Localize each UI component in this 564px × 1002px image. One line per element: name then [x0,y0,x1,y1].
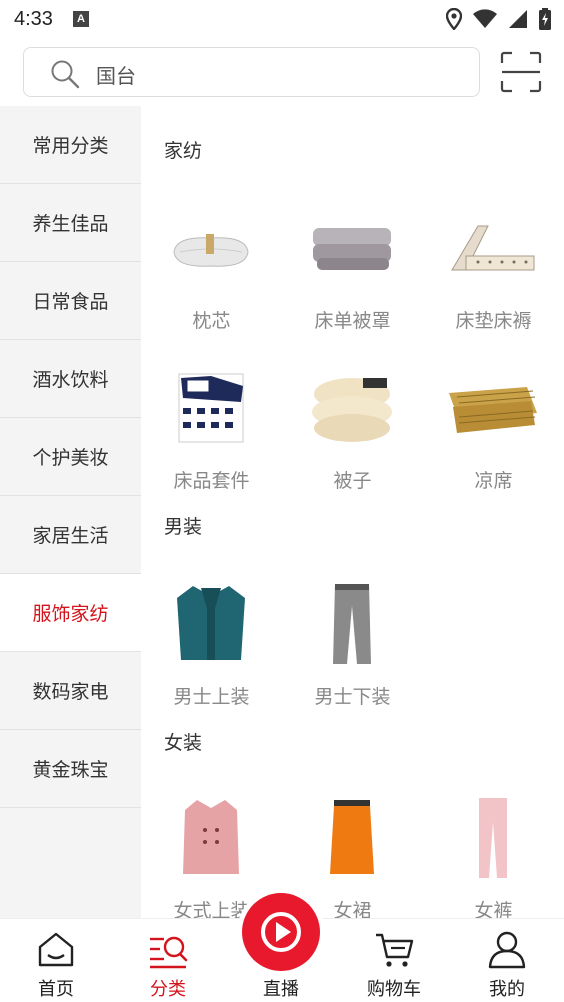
category-item[interactable]: 枕芯 [141,198,282,348]
sidebar-item-beauty[interactable]: 个护美妆 [0,418,141,496]
search-icon [51,60,80,89]
item-label: 床单被罩 [314,310,391,332]
search-bar: 国台 [0,44,564,102]
battery-icon [539,8,551,30]
bedding-set-image [161,358,261,458]
item-label: 枕芯 [192,310,231,332]
bedsheet-image [302,198,402,298]
category-item[interactable]: 床品套件 [141,358,282,508]
item-label: 凉席 [474,470,513,492]
sidebar-item-common[interactable]: 常用分类 [0,106,141,184]
nav-label: 首页 [38,979,74,1000]
section-title-menswear: 男装 [164,516,203,538]
womens-coat-image [161,788,261,888]
home-icon [38,932,74,967]
cart-icon [376,933,414,967]
item-label: 床品套件 [173,470,250,492]
section-title-textiles: 家纺 [164,140,203,162]
status-icons [446,8,552,30]
item-label: 床垫床褥 [455,310,532,332]
item-label: 男士上装 [173,686,250,708]
nav-label: 直播 [263,979,299,1000]
nav-label: 分类 [150,979,186,1000]
item-label: 女裤 [474,900,513,918]
category-item[interactable]: 凉席 [423,358,564,508]
profile-icon [488,931,526,969]
sidebar-item-apparel[interactable]: 服饰家纺 [0,574,141,652]
wifi-icon [473,9,497,28]
status-bar: 4:33 A [0,0,564,38]
category-item[interactable]: 被子 [282,358,423,508]
nav-label: 我的 [489,979,525,1000]
live-button[interactable] [242,893,320,971]
search-input[interactable]: 国台 [23,47,480,97]
scan-icon[interactable] [500,51,542,93]
category-item[interactable]: 男士上装 [141,574,282,724]
womens-pants-image [443,788,543,888]
category-content: 家纺 枕芯 床单被罩 床垫床褥 床品套件 被子 凉席 男装 男士上装 男士下装 … [141,106,564,918]
sidebar-item-health[interactable]: 养生佳品 [0,184,141,262]
sidebar-item-home[interactable]: 家居生活 [0,496,141,574]
sidebar-item-electronics[interactable]: 数码家电 [0,652,141,730]
nav-profile[interactable]: 我的 [451,919,563,1002]
sidebar-item-drinks[interactable]: 酒水饮料 [0,340,141,418]
category-search-icon [150,936,188,969]
pillow-image [161,198,261,298]
category-item[interactable]: 女裙 [282,788,423,918]
category-item[interactable]: 床单被罩 [282,198,423,348]
skirt-image [302,788,402,888]
mens-jacket-image [161,574,261,674]
location-icon [446,8,462,30]
nav-cart[interactable]: 购物车 [338,919,450,1002]
search-placeholder: 国台 [96,64,136,88]
live-play-icon [261,912,301,952]
category-sidebar: 常用分类 养生佳品 日常食品 酒水饮料 个护美妆 家居生活 服饰家纺 数码家电 … [0,106,141,918]
category-item[interactable]: 男士下装 [282,574,423,724]
quilt-image [302,358,402,458]
nav-home[interactable]: 首页 [0,919,112,1002]
notification-a-icon: A [72,11,89,27]
section-title-womenswear: 女装 [164,732,203,754]
summer-mat-image [443,358,543,458]
signal-icon [509,10,527,28]
category-item[interactable]: 女裤 [423,788,564,918]
nav-label: 购物车 [367,979,421,1000]
status-time: 4:33 [14,7,53,30]
sidebar-item-food[interactable]: 日常食品 [0,262,141,340]
mens-pants-image [302,574,402,674]
item-label: 被子 [333,470,372,492]
mattress-image [443,198,543,298]
sidebar-item-jewelry[interactable]: 黄金珠宝 [0,730,141,808]
nav-category[interactable]: 分类 [112,919,224,1002]
category-item[interactable]: 床垫床褥 [423,198,564,348]
item-label: 男士下装 [314,686,391,708]
